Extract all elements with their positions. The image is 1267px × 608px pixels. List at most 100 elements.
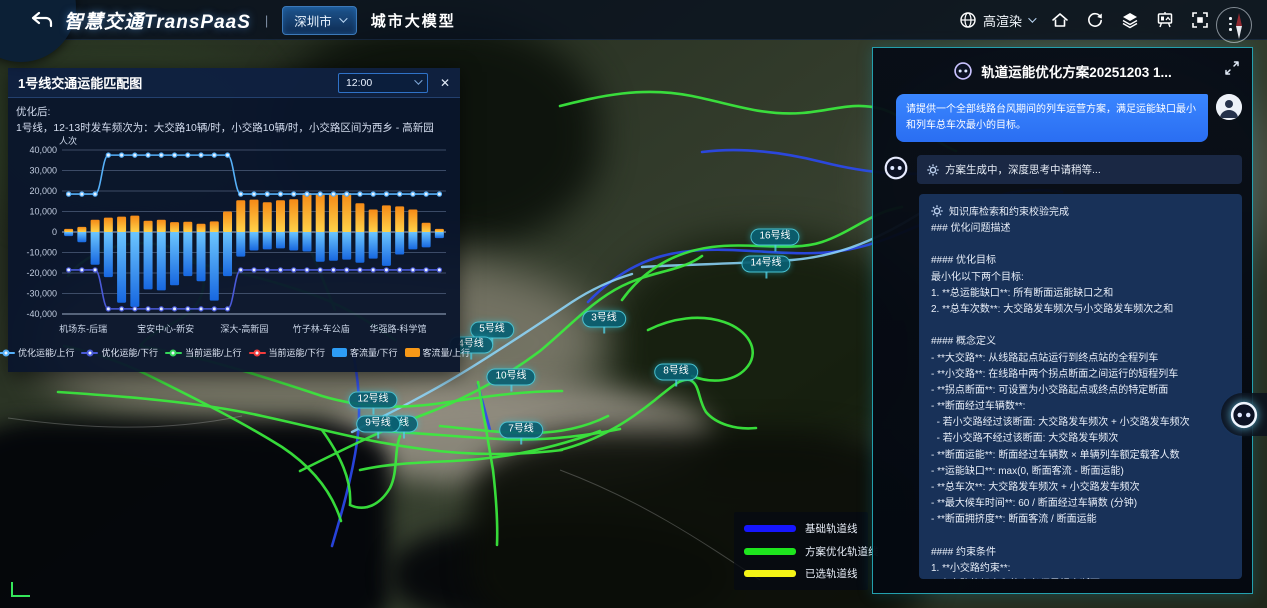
compass-needle-south xyxy=(1236,26,1242,39)
chart-legend-item[interactable]: 优化运能/上行 xyxy=(0,346,74,359)
chevron-down-icon xyxy=(1028,14,1036,22)
chart-legend: 优化运能/上行优化运能/下行当前运能/上行当前运能/下行客流量/下行客流量/上行 xyxy=(16,346,452,359)
more-dots-icon[interactable] xyxy=(1229,17,1232,31)
globe-icon xyxy=(959,11,977,29)
legend-bar-symbol xyxy=(332,348,347,357)
metro-line-label[interactable]: 9号线 xyxy=(356,416,400,433)
app-logo: 智慧交通TransPaaS xyxy=(64,7,251,34)
svg-text:-20,000: -20,000 xyxy=(26,268,57,278)
assistant-result-bubble: 知识库检索和约束校验完成 ### 优化问题描述 #### 优化目标 最小化以下两… xyxy=(919,194,1242,579)
metro-line-label[interactable]: 8号线 xyxy=(654,364,698,381)
map-corner-marker-icon xyxy=(8,580,34,600)
layers-icon[interactable] xyxy=(1121,11,1139,29)
legend-line-symbol xyxy=(0,352,15,354)
header-divider: | xyxy=(265,13,268,28)
map-legend-swatch xyxy=(744,525,796,532)
metro-line-label[interactable]: 7号线 xyxy=(499,422,543,439)
result-title-row: 知识库检索和约束校验完成 xyxy=(931,203,1230,218)
compass-needle-north xyxy=(1236,13,1242,26)
user-message-bubble: 请提供一个全部线路台风期间的列车运营方案，满足运能缺口最小和列车总车次最小的目标… xyxy=(896,94,1208,142)
chat-header: 轨道运能优化方案20251203 1... xyxy=(883,56,1242,86)
gear-icon xyxy=(927,164,939,176)
assistant-robot-button[interactable] xyxy=(1221,393,1267,436)
render-mode-value: 高渲染 xyxy=(983,11,1022,30)
map-legend-label: 基础轨道线 xyxy=(805,521,858,536)
chart-panel: 1号线交通运能匹配图 12:00 ✕ 优化后: 1号线，12-13时发车频次为：… xyxy=(8,68,460,372)
map-legend-row: 基础轨道线 xyxy=(744,521,858,536)
map-legend: 基础轨道线方案优化轨道线已选轨道线 xyxy=(734,512,868,590)
assistant-status-row: 方案生成中，深度思考中请稍等... xyxy=(883,155,1242,184)
chart-panel-title: 1号线交通运能匹配图 xyxy=(18,73,338,92)
chart-desc-line1: 优化后: xyxy=(16,104,452,120)
top-header: 智慧交通TransPaaS | 深圳市 城市大模型 高渲染 xyxy=(0,0,1267,40)
legend-dot-symbol xyxy=(170,349,177,356)
svg-text:0: 0 xyxy=(52,227,57,237)
compass-icon[interactable] xyxy=(1216,7,1252,43)
time-select[interactable]: 12:00 xyxy=(338,73,428,93)
metro-line-label[interactable]: 10号线 xyxy=(486,369,535,386)
legend-line-symbol xyxy=(165,352,182,354)
gear-icon xyxy=(931,205,943,217)
home-icon[interactable] xyxy=(1051,11,1069,29)
legend-line-symbol xyxy=(81,352,98,354)
chart-legend-item[interactable]: 优化运能/下行 xyxy=(81,346,158,359)
legend-dot-symbol xyxy=(254,349,261,356)
map-legend-swatch xyxy=(744,570,796,577)
svg-text:深大-高新园: 深大-高新园 xyxy=(220,323,268,334)
legend-label: 客流量/上行 xyxy=(423,346,471,359)
board-icon[interactable] xyxy=(1156,11,1174,29)
metro-line-label[interactable]: 14号线 xyxy=(741,256,790,273)
status-bubble: 方案生成中，深度思考中请稍等... xyxy=(917,155,1242,184)
chart-legend-item[interactable]: 客流量/上行 xyxy=(405,346,471,359)
chevron-down-icon xyxy=(414,76,422,84)
svg-text:宝安中心-新安: 宝安中心-新安 xyxy=(137,323,194,334)
map-legend-label: 方案优化轨道线 xyxy=(805,544,879,559)
fullscreen-icon[interactable] xyxy=(1191,11,1209,29)
svg-text:竹子林-车公庙: 竹子林-车公庙 xyxy=(293,323,350,334)
svg-text:10,000: 10,000 xyxy=(29,207,57,217)
chat-title: 轨道运能优化方案20251203 1... xyxy=(981,61,1172,81)
chart-legend-item[interactable]: 当前运能/下行 xyxy=(249,346,326,359)
legend-label: 客流量/下行 xyxy=(350,346,398,359)
legend-label: 当前运能/下行 xyxy=(269,346,326,359)
map-legend-row: 已选轨道线 xyxy=(744,566,858,581)
reset-view-icon[interactable] xyxy=(1086,11,1104,29)
user-message-row: 请提供一个全部线路台风期间的列车运营方案，满足运能缺口最小和列车总车次最小的目标… xyxy=(883,94,1242,142)
capacity-chart: 40,000 30,000 20,000 10,000 0 -10,000 -20,000 -… xyxy=(16,136,452,340)
robot-icon xyxy=(1229,400,1259,430)
map-legend-row: 方案优化轨道线 xyxy=(744,544,858,559)
svg-text:-40,000: -40,000 xyxy=(26,309,57,319)
chart-legend-item[interactable]: 当前运能/上行 xyxy=(165,346,242,359)
back-arrow-icon[interactable] xyxy=(30,7,56,33)
svg-text:30,000: 30,000 xyxy=(29,166,57,176)
legend-bar-symbol xyxy=(405,348,420,357)
legend-line-symbol xyxy=(249,352,266,354)
result-title: 知识库检索和约束校验完成 xyxy=(949,203,1069,218)
legend-dot-symbol xyxy=(86,349,93,356)
legend-dot-symbol xyxy=(3,349,10,356)
svg-text:-10,000: -10,000 xyxy=(26,248,57,258)
svg-text:40,000: 40,000 xyxy=(29,145,57,155)
legend-label: 优化运能/上行 xyxy=(18,346,75,359)
legend-label: 当前运能/上行 xyxy=(185,346,242,359)
robot-icon xyxy=(953,61,973,81)
city-selector-value: 深圳市 xyxy=(294,11,332,30)
svg-text:20,000: 20,000 xyxy=(29,186,57,196)
close-icon[interactable]: ✕ xyxy=(440,76,450,90)
svg-text:-30,000: -30,000 xyxy=(26,289,57,299)
chevron-down-icon xyxy=(339,14,347,22)
svg-text:人次: 人次 xyxy=(59,136,77,146)
city-selector[interactable]: 深圳市 xyxy=(282,6,357,35)
legend-label: 优化运能/下行 xyxy=(101,346,158,359)
metro-line-label[interactable]: 3号线 xyxy=(582,311,626,328)
svg-text:机场东-后瑞: 机场东-后瑞 xyxy=(59,323,107,334)
map-legend-swatch xyxy=(744,548,796,555)
metro-line-label[interactable]: 16号线 xyxy=(750,229,799,246)
time-select-value: 12:00 xyxy=(346,77,372,89)
metro-line-label[interactable]: 12号线 xyxy=(348,392,397,409)
expand-icon[interactable] xyxy=(1224,60,1240,76)
chart-desc-line2: 1号线，12-13时发车频次为：大交路10辆/时，小交路10辆/时，小交路区间为… xyxy=(16,120,452,136)
render-mode-selector[interactable]: 高渲染 xyxy=(959,11,1034,30)
map-legend-label: 已选轨道线 xyxy=(805,566,858,581)
chart-legend-item[interactable]: 客流量/下行 xyxy=(332,346,398,359)
